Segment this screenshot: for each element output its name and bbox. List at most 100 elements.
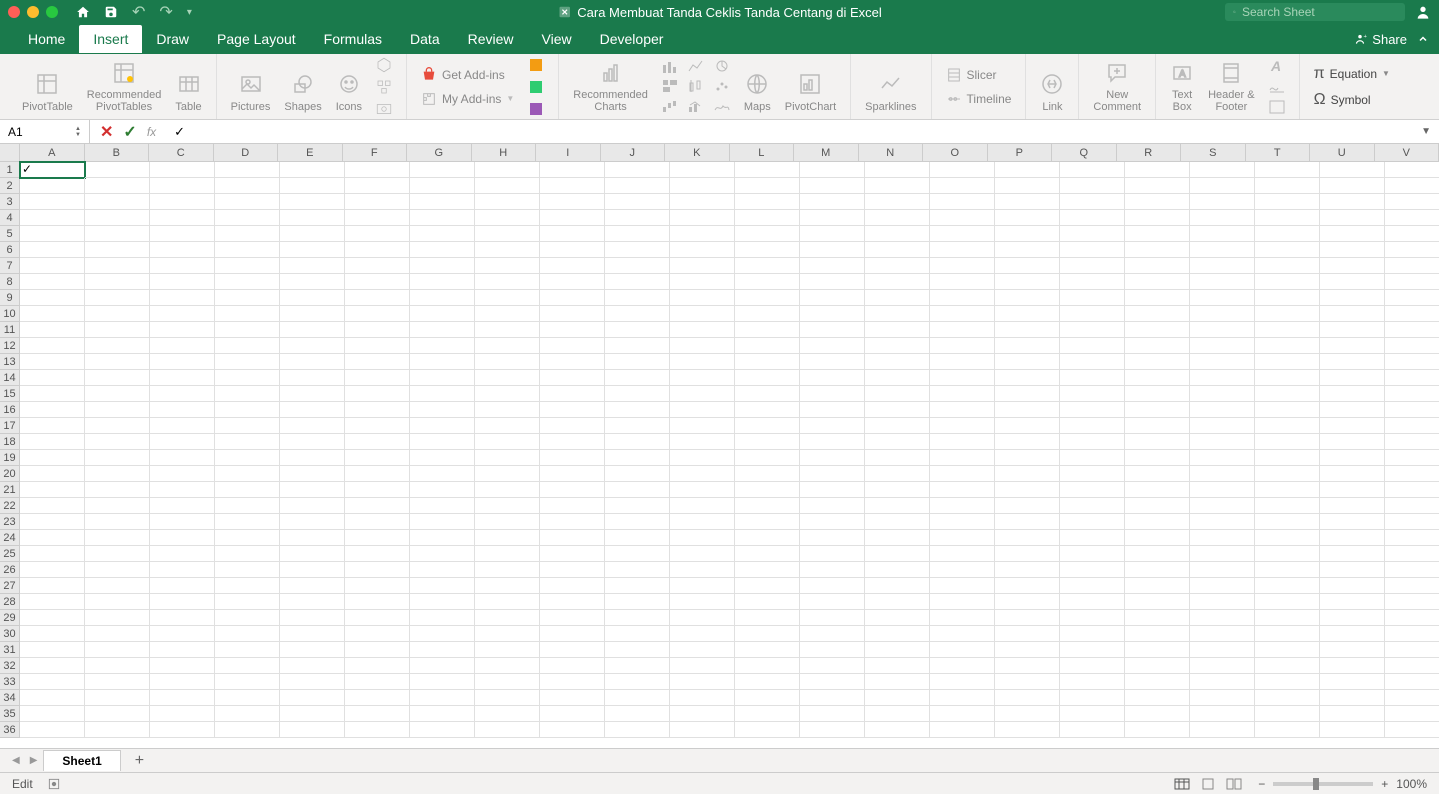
cell[interactable] — [1385, 418, 1439, 434]
cell[interactable] — [930, 498, 995, 514]
cell[interactable] — [410, 722, 475, 738]
cell[interactable] — [410, 674, 475, 690]
cell[interactable] — [605, 226, 670, 242]
people-graph-addin[interactable] — [524, 78, 548, 96]
cell[interactable] — [150, 674, 215, 690]
cell[interactable] — [865, 290, 930, 306]
cell[interactable] — [215, 226, 280, 242]
cell[interactable] — [1320, 434, 1385, 450]
cell[interactable] — [605, 434, 670, 450]
cell[interactable] — [1255, 706, 1320, 722]
cell[interactable] — [540, 498, 605, 514]
cell[interactable] — [20, 258, 85, 274]
row-header[interactable]: 36 — [0, 722, 20, 738]
cell[interactable] — [345, 290, 410, 306]
cell[interactable] — [85, 434, 150, 450]
cell[interactable] — [345, 354, 410, 370]
cell[interactable] — [280, 418, 345, 434]
cell[interactable] — [410, 402, 475, 418]
cell[interactable] — [1190, 706, 1255, 722]
cell[interactable] — [605, 306, 670, 322]
cell[interactable] — [1060, 594, 1125, 610]
cell[interactable] — [670, 626, 735, 642]
cell[interactable] — [670, 482, 735, 498]
cell[interactable] — [410, 290, 475, 306]
cell[interactable] — [410, 418, 475, 434]
minimize-window[interactable] — [27, 6, 39, 18]
cell[interactable] — [475, 434, 540, 450]
cell[interactable] — [865, 578, 930, 594]
cell[interactable] — [410, 306, 475, 322]
cell[interactable] — [1125, 242, 1190, 258]
cell[interactable] — [930, 370, 995, 386]
cell[interactable] — [1385, 610, 1439, 626]
cell[interactable] — [670, 514, 735, 530]
cell[interactable] — [20, 610, 85, 626]
cell[interactable] — [540, 514, 605, 530]
cell[interactable] — [1320, 418, 1385, 434]
cell[interactable] — [20, 306, 85, 322]
cell[interactable] — [410, 594, 475, 610]
cell[interactable] — [800, 658, 865, 674]
cell[interactable] — [540, 546, 605, 562]
cell[interactable] — [1125, 594, 1190, 610]
cell[interactable] — [1190, 418, 1255, 434]
cell[interactable] — [410, 546, 475, 562]
cell[interactable] — [150, 322, 215, 338]
cell[interactable] — [1060, 162, 1125, 178]
cell[interactable] — [1320, 258, 1385, 274]
cell[interactable] — [995, 434, 1060, 450]
column-header[interactable]: M — [794, 144, 859, 162]
cell[interactable] — [20, 322, 85, 338]
cell[interactable] — [865, 610, 930, 626]
cell[interactable] — [605, 162, 670, 178]
cell[interactable] — [20, 354, 85, 370]
cell[interactable] — [1125, 690, 1190, 706]
cell[interactable] — [475, 226, 540, 242]
cell[interactable] — [1385, 402, 1439, 418]
cell[interactable] — [1385, 594, 1439, 610]
close-window[interactable] — [8, 6, 20, 18]
row-header[interactable]: 6 — [0, 242, 20, 258]
cell[interactable] — [475, 578, 540, 594]
row-header[interactable]: 29 — [0, 610, 20, 626]
cell[interactable] — [735, 434, 800, 450]
cell[interactable] — [1320, 610, 1385, 626]
cell[interactable] — [150, 722, 215, 738]
cell[interactable] — [865, 690, 930, 706]
cell[interactable] — [85, 498, 150, 514]
cell[interactable] — [995, 322, 1060, 338]
cell[interactable] — [150, 226, 215, 242]
tab-draw[interactable]: Draw — [142, 25, 203, 53]
cell[interactable] — [345, 274, 410, 290]
cell[interactable] — [20, 402, 85, 418]
cell[interactable] — [1255, 386, 1320, 402]
cell[interactable] — [670, 354, 735, 370]
cell[interactable] — [280, 546, 345, 562]
cell[interactable] — [1125, 434, 1190, 450]
cell[interactable] — [215, 450, 280, 466]
cell[interactable] — [280, 322, 345, 338]
cell[interactable] — [1060, 674, 1125, 690]
shapes-button[interactable]: Shapes — [280, 57, 325, 115]
qat-more-icon[interactable]: ▾ — [187, 7, 192, 18]
row-header[interactable]: 15 — [0, 386, 20, 402]
cell[interactable] — [670, 530, 735, 546]
cell[interactable] — [1125, 530, 1190, 546]
cell[interactable] — [1125, 706, 1190, 722]
cell[interactable] — [930, 178, 995, 194]
combo-chart-button[interactable] — [684, 95, 708, 117]
cell[interactable] — [605, 514, 670, 530]
cell[interactable] — [20, 338, 85, 354]
cell[interactable] — [475, 274, 540, 290]
cell[interactable] — [735, 722, 800, 738]
cell[interactable] — [1060, 642, 1125, 658]
cell[interactable] — [410, 482, 475, 498]
cell[interactable] — [605, 466, 670, 482]
cell[interactable] — [1255, 626, 1320, 642]
cell[interactable] — [475, 178, 540, 194]
cell[interactable] — [1385, 642, 1439, 658]
cell[interactable] — [865, 466, 930, 482]
cell[interactable] — [670, 290, 735, 306]
cell[interactable] — [85, 258, 150, 274]
